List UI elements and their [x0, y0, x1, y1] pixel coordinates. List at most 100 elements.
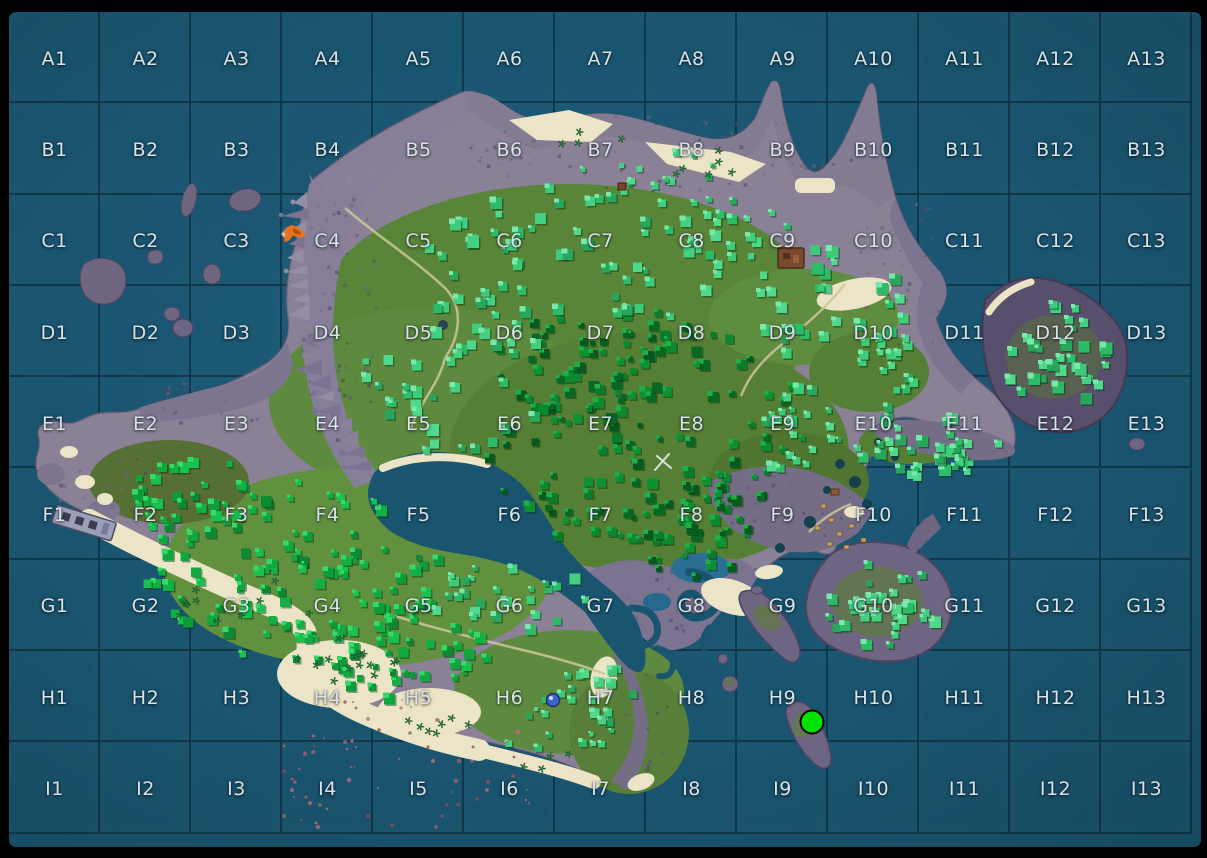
grid-cell-label: H12 — [1035, 686, 1076, 709]
grid-cell-label: G12 — [1035, 595, 1076, 618]
grid-cell-label: I12 — [1039, 778, 1072, 801]
grid-cell-label: D11 — [944, 321, 985, 344]
grid-cell-label: I6 — [500, 778, 519, 801]
grid-cell-label: H9 — [768, 686, 797, 709]
grid-cell-label: E7 — [587, 412, 614, 435]
grid-cell-label: B3 — [223, 138, 250, 161]
grid-cell-label: G1 — [40, 595, 69, 618]
grid-cell-label: I13 — [1130, 778, 1163, 801]
grid-cell-label: I1 — [45, 778, 64, 801]
grid-cell-label: G3 — [222, 595, 251, 618]
grid-cell-label: A13 — [1127, 47, 1166, 70]
grid-cell-label: D4 — [313, 321, 342, 344]
grid-cell-label: A7 — [587, 47, 614, 70]
grid-cell-label: I4 — [318, 778, 337, 801]
grid-cell-label: G11 — [944, 595, 985, 618]
grid-cell-label: E2 — [132, 412, 159, 435]
grid-cell-label: C4 — [314, 230, 341, 253]
grid-cell-label: I7 — [591, 778, 610, 801]
grid-cell-label: D13 — [1126, 321, 1167, 344]
grid-cell-label: D9 — [768, 321, 797, 344]
grid-cell-label: D12 — [1035, 321, 1076, 344]
grid-cell-label: D2 — [131, 321, 160, 344]
grid-cell-label: B13 — [1127, 138, 1166, 161]
grid-cell-label: A10 — [854, 47, 893, 70]
grid-cell-label: F9 — [770, 504, 795, 527]
grid-cell-label: D6 — [495, 321, 524, 344]
grid-cell-label: A2 — [132, 47, 159, 70]
grid-cell-label: B1 — [41, 138, 68, 161]
grid-cell-label: G6 — [495, 595, 524, 618]
player-location-marker[interactable] — [799, 709, 825, 735]
grid-cell-label: G10 — [853, 595, 894, 618]
grid-cell-label: H1 — [40, 686, 69, 709]
grid-cell-label: H2 — [131, 686, 160, 709]
grid-cell-label: G9 — [768, 595, 797, 618]
grid-cell-label: G8 — [677, 595, 706, 618]
grid-cell-label: A3 — [223, 47, 250, 70]
grid-cell-label: E9 — [769, 412, 796, 435]
grid-cell-label: E4 — [314, 412, 341, 435]
grid-cell-label: B11 — [945, 138, 984, 161]
grid-cell-label: F10 — [855, 504, 892, 527]
grid-cell-label: A9 — [769, 47, 796, 70]
grid-cell-label: F4 — [315, 504, 340, 527]
grid-cell-label: G7 — [586, 595, 615, 618]
grid-cell-label: C12 — [1036, 230, 1075, 253]
grid-cell-label: C1 — [41, 230, 68, 253]
grid-cell-label: E8 — [678, 412, 705, 435]
grid-cell-label: D5 — [404, 321, 433, 344]
grid-cell-label: B7 — [587, 138, 614, 161]
grid-cell-label: D8 — [677, 321, 706, 344]
grid-cell-label: C13 — [1127, 230, 1166, 253]
grid-cell-label: E5 — [405, 412, 432, 435]
grid-cell-label: I11 — [948, 778, 981, 801]
grid-cell-label: D10 — [853, 321, 894, 344]
grid-cell-label: A11 — [945, 47, 984, 70]
grid-cell-label: C8 — [678, 230, 705, 253]
grid-cell-label: B9 — [769, 138, 796, 161]
grid-cell-label: I5 — [409, 778, 428, 801]
grid-cell-label: F8 — [679, 504, 704, 527]
grid-cell-label: E3 — [223, 412, 250, 435]
grid-cell-label: F1 — [42, 504, 67, 527]
grid-cell-label: H10 — [853, 686, 894, 709]
grid-cell-label: C9 — [769, 230, 796, 253]
grid-cell-label: D7 — [586, 321, 615, 344]
grid-cell-label: I3 — [227, 778, 246, 801]
grid-cell-label: E11 — [945, 412, 984, 435]
grid-cell-label: C2 — [132, 230, 159, 253]
grid-cell-label: E10 — [854, 412, 893, 435]
grid-cell-label: E6 — [496, 412, 523, 435]
grid-cell-label: E1 — [41, 412, 68, 435]
grid-cell-label: C10 — [854, 230, 893, 253]
grid-cell-label: G2 — [131, 595, 160, 618]
grid-cell-label: H6 — [495, 686, 524, 709]
grid-cell-label: A5 — [405, 47, 432, 70]
grid-cell-label: A4 — [314, 47, 341, 70]
grid-cell-label: F6 — [497, 504, 522, 527]
grid-cell-label: A1 — [41, 47, 68, 70]
map-viewport[interactable]: A1 A2 A3 A4 A5 A6 A7 A8 A9 A10 A11 A12 A13 B1 B2 B3 B4 B5… — [9, 12, 1201, 847]
grid-cell-label: B10 — [854, 138, 893, 161]
grid-cell-label: F7 — [588, 504, 613, 527]
grid-cell-label: A8 — [678, 47, 705, 70]
grid-cell-label: F13 — [1128, 504, 1165, 527]
grid-cell-label: H4 — [313, 686, 342, 709]
grid-labels-layer: A1 A2 A3 A4 A5 A6 A7 A8 A9 A10 A11 A12 A13 B1 B2 B3 B4 B5… — [9, 12, 1192, 834]
grid-cell-label: C5 — [405, 230, 432, 253]
grid-cell-label: F3 — [224, 504, 249, 527]
grid-cell-label: F2 — [133, 504, 158, 527]
grid-cell-label: B12 — [1036, 138, 1075, 161]
grid-cell-label: H11 — [944, 686, 985, 709]
grid-cell-label: B6 — [496, 138, 523, 161]
grid-cell-label: I2 — [136, 778, 155, 801]
grid-cell-label: C3 — [223, 230, 250, 253]
grid-cell-label: G4 — [313, 595, 342, 618]
grid-cell-label: E12 — [1036, 412, 1075, 435]
grid-cell-label: B4 — [314, 138, 341, 161]
grid-cell-label: G13 — [1126, 595, 1167, 618]
grid-cell-label: I9 — [773, 778, 792, 801]
game-map-screen: { "grid": { "rows": ["A","B","C","D","E"… — [0, 0, 1207, 858]
grid-cell-label: B5 — [405, 138, 432, 161]
